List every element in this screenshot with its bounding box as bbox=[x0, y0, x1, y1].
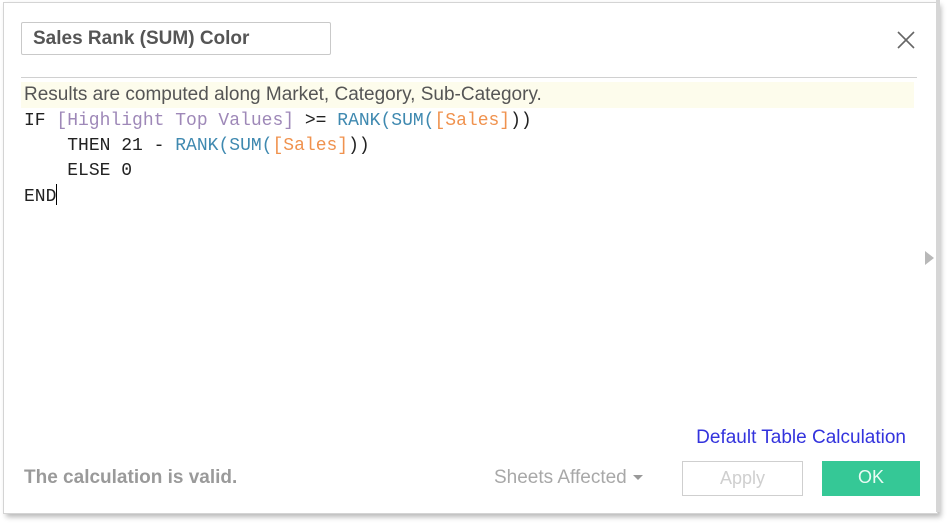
formula-line-2: THEN 21 - RANK(SUM([Sales])) bbox=[24, 134, 914, 159]
function-sum: SUM( bbox=[391, 111, 435, 131]
function-rank: RANK( bbox=[337, 111, 392, 131]
side-panel-edge bbox=[936, 0, 940, 512]
formula-line-4: END bbox=[24, 184, 914, 210]
triangle-right-icon[interactable] bbox=[925, 251, 934, 265]
parameter-reference: [Highlight Top Values] bbox=[56, 111, 295, 131]
field-reference: [Sales] bbox=[272, 136, 349, 156]
keyword: THEN 21 - bbox=[67, 136, 176, 156]
close-button[interactable] bbox=[894, 28, 918, 52]
text-cursor bbox=[56, 184, 58, 205]
calculation-editor-dialog: Sales Rank (SUM) Color Results are compu… bbox=[3, 2, 938, 514]
computation-info-bar: Results are computed along Market, Categ… bbox=[21, 82, 914, 108]
keyword: END bbox=[24, 187, 57, 207]
function-sum: SUM( bbox=[229, 136, 273, 156]
operator: >= bbox=[294, 111, 338, 131]
sheets-affected-dropdown[interactable]: Sheets Affected bbox=[494, 467, 643, 489]
sheets-affected-label: Sheets Affected bbox=[494, 467, 627, 488]
close-icon bbox=[897, 31, 915, 49]
header-divider bbox=[21, 77, 917, 78]
keyword: ELSE 0 bbox=[67, 161, 133, 181]
function-rank: RANK( bbox=[175, 136, 230, 156]
ok-button[interactable]: OK bbox=[822, 461, 920, 496]
chevron-down-icon bbox=[632, 475, 643, 480]
formula-line-3: ELSE 0 bbox=[24, 159, 914, 184]
closing-parens: )) bbox=[348, 136, 370, 156]
formula-editor[interactable]: IF [Highlight Top Values] >= RANK(SUM([S… bbox=[24, 109, 914, 419]
formula-line-1: IF [Highlight Top Values] >= RANK(SUM([S… bbox=[24, 109, 914, 134]
apply-button[interactable]: Apply bbox=[682, 461, 803, 496]
field-reference: [Sales] bbox=[434, 111, 511, 131]
closing-parens: )) bbox=[510, 111, 532, 131]
calculation-name-input[interactable]: Sales Rank (SUM) Color bbox=[21, 22, 331, 55]
validation-status: The calculation is valid. bbox=[24, 467, 238, 488]
default-table-calculation-link[interactable]: Default Table Calculation bbox=[696, 427, 906, 449]
keyword: IF bbox=[24, 111, 57, 131]
